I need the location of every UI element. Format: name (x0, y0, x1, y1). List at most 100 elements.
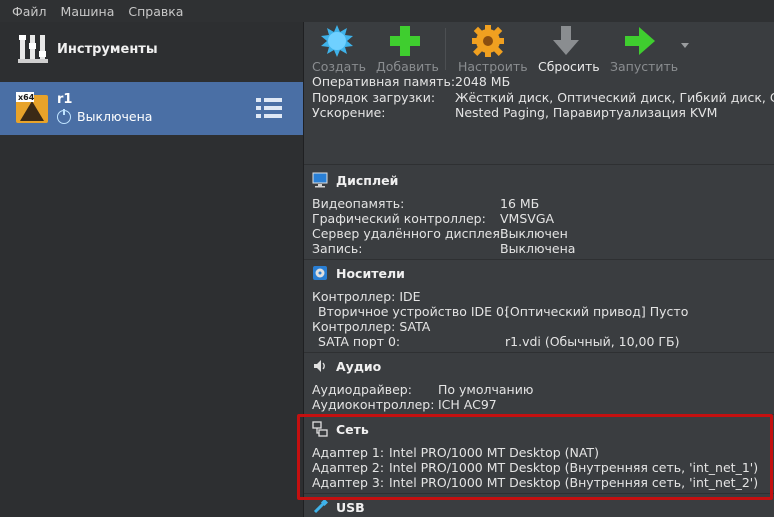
toolbar-dropdown-icon[interactable] (681, 43, 689, 48)
menu-machine[interactable]: Машина (61, 4, 115, 19)
row-value: Выключена (500, 241, 576, 256)
row-label: Контроллер: SATA (312, 319, 431, 334)
row-label: Адаптер 3: (312, 475, 385, 490)
vm-name: r1 (57, 92, 73, 107)
menu-help[interactable]: Справка (128, 4, 183, 19)
discard-button[interactable]: Сбросить (532, 22, 602, 74)
section-divider (304, 414, 774, 415)
monitor-icon (312, 172, 328, 188)
usb-title: USB (336, 499, 365, 515)
create-button[interactable]: Создать (308, 22, 366, 74)
row-label: Контроллер: IDE (312, 289, 421, 304)
create-icon (321, 25, 353, 57)
row-label: Запись: (312, 241, 363, 256)
row-value: VMSVGA (500, 211, 555, 226)
storage-header[interactable]: Носители (312, 265, 405, 281)
row-label: Сервер удалённого дисплея: (312, 226, 505, 241)
row-label: Аудиодрайвер: (312, 382, 412, 397)
display-row: Запись: Выключена (312, 241, 575, 256)
vm-list-item-r1[interactable]: x64 r1 Выключена (0, 82, 303, 135)
discard-label: Сбросить (538, 59, 600, 74)
row-label: Оперативная память: (312, 74, 456, 89)
add-label: Добавить (376, 59, 439, 74)
section-divider (304, 493, 774, 494)
start-label: Запустить (610, 59, 679, 74)
start-arrow-icon (625, 27, 655, 55)
row-label: Графический контроллер: (312, 211, 486, 226)
row-value: Intel PRO/1000 MT Desktop (NAT) (389, 445, 599, 460)
row-label: Ускорение: (312, 105, 386, 120)
power-off-icon (57, 108, 71, 124)
row-label: Видеопамять: (312, 196, 405, 211)
section-divider (304, 352, 774, 353)
section-divider (304, 164, 774, 165)
vm-state: Выключена (57, 108, 153, 124)
display-row: Сервер удалённого дисплея: Выключен (312, 226, 568, 241)
row-value: r1.vdi (Обычный, 10,00 ГБ) (505, 334, 680, 349)
storage-title: Носители (336, 265, 405, 281)
menu-file[interactable]: Файл (12, 4, 47, 19)
row-label: Адаптер 1: (312, 445, 385, 460)
row-label: Вторичное устройство IDE 0: (318, 304, 509, 319)
audio-header[interactable]: Аудио (312, 358, 381, 374)
audio-row: Аудиодрайвер: По умолчанию (312, 382, 533, 397)
gear-icon (472, 25, 504, 57)
row-value: Intel PRO/1000 MT Desktop (Внутренняя се… (389, 475, 759, 490)
display-title: Дисплей (336, 172, 399, 188)
create-label: Создать (312, 59, 366, 74)
row-value: Intel PRO/1000 MT Desktop (Внутренняя се… (389, 460, 759, 475)
row-label: Адаптер 2: (312, 460, 385, 475)
row-value: Выключен (500, 226, 568, 241)
audio-row: Аудиоконтроллер: ICH AC97 (312, 397, 497, 412)
network-header[interactable]: Сеть (312, 421, 369, 437)
usb-icon (313, 499, 328, 514)
storage-row: Вторичное устройство IDE 0: [Оптический … (318, 304, 688, 319)
display-header[interactable]: Дисплей (312, 172, 398, 188)
tools-item[interactable]: Инструменты (0, 22, 304, 78)
row-label: Порядок загрузки: (312, 90, 436, 105)
settings-button[interactable]: Настроить (454, 22, 528, 74)
network-row: Адаптер 2: Intel PRO/1000 MT Desktop (Вн… (312, 460, 758, 475)
row-label: SATA порт 0: (318, 334, 401, 349)
vm-os-icon: x64 (16, 92, 48, 123)
add-icon (390, 26, 420, 56)
menu-bar: Файл Машина Справка (0, 0, 774, 22)
display-row: Графический контроллер: VMSVGA (312, 211, 554, 226)
network-row: Адаптер 1: Intel PRO/1000 MT Desktop (NA… (312, 445, 599, 460)
row-value: ICH AC97 (438, 397, 497, 412)
main-toolbar: Создать Добавить Настроить Сбросить Запу… (304, 22, 774, 74)
row-value: Nested Paging, Паравиртуализация KVM (455, 105, 718, 120)
system-row: Ускорение: Nested Paging, Паравиртуализа… (312, 105, 717, 120)
toolbar-separator (445, 28, 446, 70)
network-icon (312, 421, 328, 437)
system-row: Порядок загрузки: Жёсткий диск, Оптическ… (312, 90, 774, 105)
start-button[interactable]: Запустить (606, 22, 678, 74)
network-row: Адаптер 3: Intel PRO/1000 MT Desktop (Вн… (312, 475, 758, 490)
row-value: 2048 МБ (455, 74, 511, 89)
add-button[interactable]: Добавить (374, 22, 439, 74)
tools-icon (18, 35, 48, 63)
storage-row: Контроллер: IDE (312, 289, 421, 304)
display-row: Видеопамять: 16 МБ (312, 196, 539, 211)
row-value: Жёсткий диск, Оптический диск, Гибкий ди… (455, 90, 774, 105)
network-title: Сеть (336, 421, 369, 437)
storage-row: Контроллер: SATA (312, 319, 430, 334)
audio-title: Аудио (336, 358, 382, 374)
speaker-icon (314, 360, 325, 372)
vm-sidebar: Инструменты x64 r1 Выключена (0, 22, 304, 517)
section-divider (304, 259, 774, 260)
details-panel: Оперативная память: 2048 МБ Порядок загр… (304, 74, 774, 517)
vm-state-label: Выключена (77, 109, 153, 124)
settings-label: Настроить (458, 59, 528, 74)
discard-arrow-icon (553, 26, 579, 55)
row-value: По умолчанию (438, 382, 534, 397)
svg-text:x64: x64 (18, 93, 35, 102)
system-row: Оперативная память: 2048 МБ (312, 74, 510, 89)
row-value: 16 МБ (500, 196, 540, 211)
storage-row: SATA порт 0: r1.vdi (Обычный, 10,00 ГБ) (318, 334, 679, 349)
storage-disk-icon (313, 266, 327, 280)
usb-header[interactable]: USB (312, 499, 365, 515)
list-menu-icon[interactable] (256, 96, 284, 120)
row-value: [Оптический привод] Пусто (505, 304, 689, 319)
row-label: Аудиоконтроллер: (312, 397, 435, 412)
